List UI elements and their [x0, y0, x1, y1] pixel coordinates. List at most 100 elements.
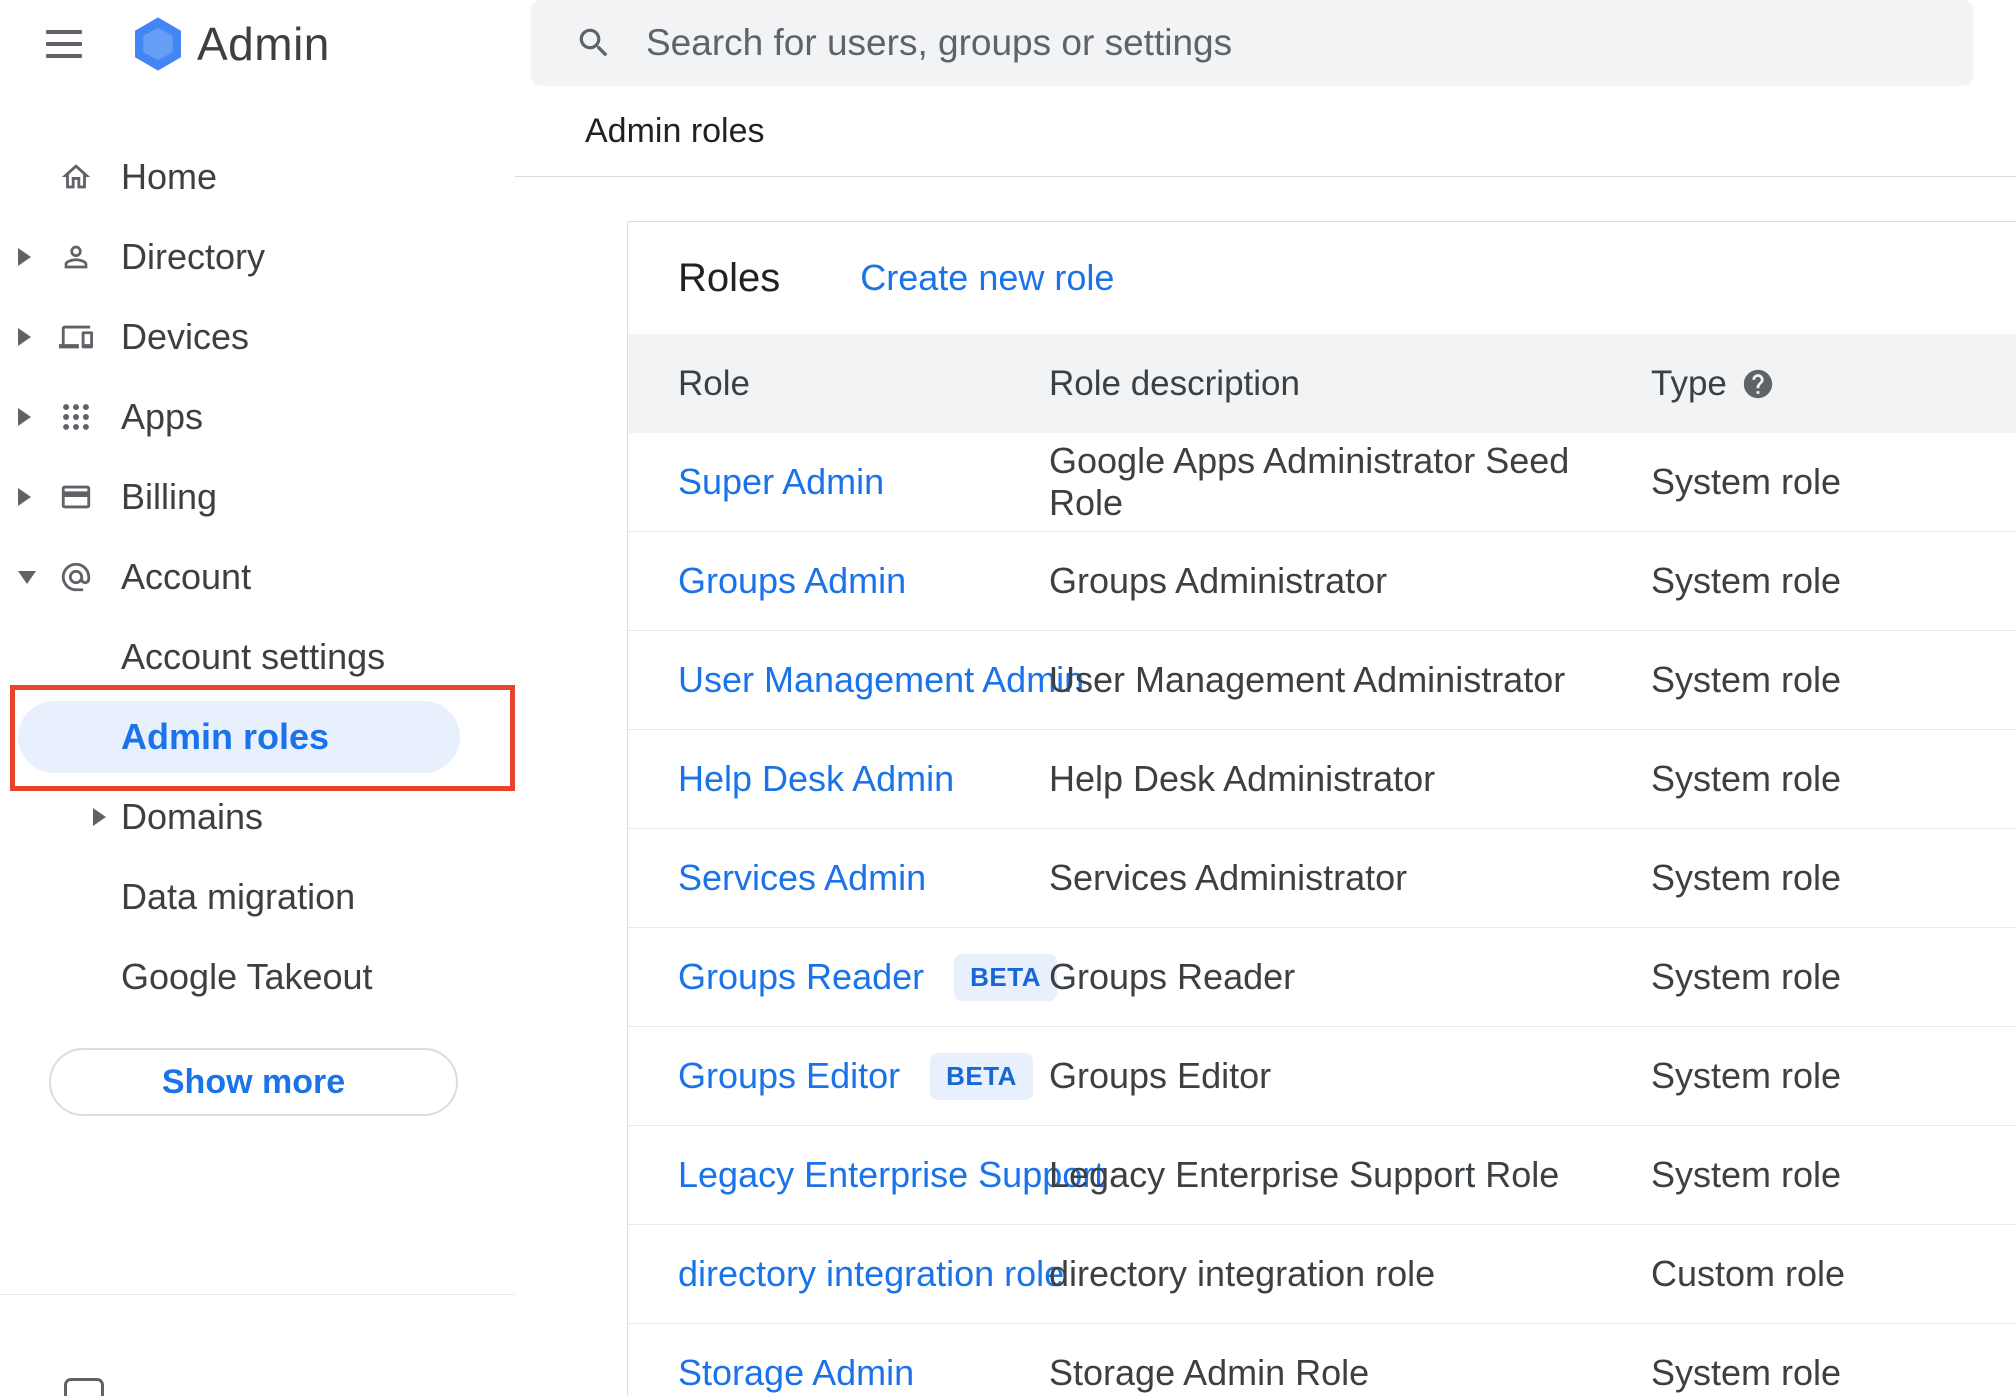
role-description: Groups Administrator	[1049, 560, 1388, 601]
sidebar-item-domains[interactable]: Domains	[0, 777, 515, 857]
role-link[interactable]: Storage Admin	[678, 1352, 914, 1394]
chevron-right-icon	[18, 488, 59, 506]
role-link[interactable]: Legacy Enterprise Support	[678, 1154, 1104, 1196]
role-description: User Management Administrator	[1049, 659, 1566, 700]
role-description: Legacy Enterprise Support Role	[1049, 1154, 1560, 1195]
chevron-right-icon	[18, 408, 59, 426]
role-type: System role	[1651, 560, 1842, 601]
role-link[interactable]: Groups Admin	[678, 560, 906, 602]
column-header-type: Type	[1651, 364, 2016, 404]
sidebar-header: Admin	[0, 0, 515, 88]
sidebar-item-apps[interactable]: Apps	[0, 377, 515, 457]
sidebar-item-label: Directory	[121, 236, 266, 277]
role-link[interactable]: Groups Editor	[678, 1055, 900, 1097]
role-description: Services Administrator	[1049, 857, 1408, 898]
breadcrumb-row: Admin roles	[515, 86, 2016, 176]
brand-title: Admin	[197, 18, 330, 70]
table-row: directory integration role directory int…	[628, 1225, 2016, 1324]
role-link[interactable]: User Management Admin	[678, 659, 1084, 701]
role-cell: Services Admin	[678, 857, 1049, 899]
sidebar-item-label: Billing	[121, 476, 218, 517]
role-cell: Legacy Enterprise Support	[678, 1154, 1104, 1196]
sidebar-item-billing[interactable]: Billing	[0, 457, 515, 537]
role-cell: Groups Editor BETA	[678, 1052, 1049, 1100]
sidebar-item-label: Domains	[121, 796, 264, 837]
table-row: Groups Editor BETA Groups Editor System …	[628, 1027, 2016, 1126]
card-title: Roles	[678, 255, 781, 300]
show-more-button[interactable]: Show more	[49, 1048, 458, 1116]
account-icon	[59, 560, 93, 594]
role-description: Storage Admin Role	[1049, 1352, 1370, 1393]
column-header-role: Role	[678, 363, 750, 403]
role-description: directory integration role	[1049, 1253, 1436, 1294]
role-description: Google Apps Administrator Seed Role	[1049, 440, 1570, 523]
main-area: Admin roles Roles Create new role Role R…	[515, 0, 2016, 1396]
search-input[interactable]	[644, 21, 1973, 65]
role-type: System role	[1651, 1154, 1842, 1195]
sidebar-item-label: Account settings	[121, 636, 386, 677]
sidebar-item-label: Data migration	[121, 876, 356, 917]
sidebar-item-google-takeout[interactable]: Google Takeout	[0, 937, 515, 1017]
role-description: Help Desk Administrator	[1049, 758, 1436, 799]
role-cell: Help Desk Admin	[678, 758, 1049, 800]
show-more-wrap: Show more	[0, 1048, 515, 1116]
role-type: Custom role	[1651, 1253, 1846, 1294]
role-type: System role	[1651, 1352, 1842, 1393]
column-header-description: Role description	[1049, 363, 1300, 403]
menu-bar	[46, 54, 82, 58]
home-icon	[59, 160, 93, 194]
chevron-right-icon	[93, 808, 121, 826]
table-header-row: Role Role description Type	[628, 334, 2016, 433]
role-cell: Storage Admin	[678, 1352, 1049, 1394]
sidebar-item-data-migration[interactable]: Data migration	[0, 857, 515, 937]
devices-icon	[59, 320, 93, 354]
table-row: Legacy Enterprise Support Legacy Enterpr…	[628, 1126, 2016, 1225]
sidebar-item-admin-roles[interactable]: Admin roles	[0, 697, 515, 777]
role-type: System role	[1651, 1055, 1842, 1096]
sidebar-item-account-settings[interactable]: Account settings	[0, 617, 515, 697]
sidebar-item-directory[interactable]: Directory	[0, 217, 515, 297]
search-icon	[575, 24, 613, 62]
role-link[interactable]: Help Desk Admin	[678, 758, 954, 800]
role-link[interactable]: directory integration role	[678, 1253, 1064, 1295]
role-type: System role	[1651, 659, 1842, 700]
directory-icon	[59, 240, 93, 274]
search-bar[interactable]	[531, 0, 1973, 86]
role-link[interactable]: Services Admin	[678, 857, 926, 899]
sidebar-item-label: Devices	[121, 316, 250, 357]
breadcrumb: Admin roles	[585, 111, 765, 150]
beta-badge: BETA	[930, 1052, 1033, 1100]
billing-icon	[59, 480, 93, 514]
table-row: User Management Admin User Management Ad…	[628, 631, 2016, 730]
roles-card: Roles Create new role Role Role descript…	[627, 221, 2016, 1396]
apps-icon	[59, 400, 93, 434]
sidebar-item-label: Admin roles	[121, 716, 330, 757]
chevron-right-icon	[18, 328, 59, 346]
role-type: System role	[1651, 461, 1842, 502]
sidebar-item-label: Account	[121, 556, 252, 597]
menu-icon[interactable]	[46, 30, 93, 58]
menu-bar	[46, 42, 82, 46]
role-cell: Super Admin	[678, 461, 1049, 503]
table-row: Groups Admin Groups Administrator System…	[628, 532, 2016, 631]
beta-badge: BETA	[954, 953, 1057, 1001]
role-description: Groups Reader	[1049, 956, 1296, 997]
app-root: Admin Home Directory Devices Apps Billin…	[0, 0, 2016, 1396]
sidebar-item-label: Google Takeout	[121, 956, 373, 997]
admin-logo-icon	[129, 15, 187, 73]
table-row: Storage Admin Storage Admin Role System …	[628, 1324, 2016, 1396]
sidebar-item-account[interactable]: Account	[0, 537, 515, 617]
role-link[interactable]: Super Admin	[678, 461, 884, 503]
role-link[interactable]: Groups Reader	[678, 956, 924, 998]
sidebar-item-label: Apps	[121, 396, 204, 437]
table-row: Services Admin Services Administrator Sy…	[628, 829, 2016, 928]
sidebar: Admin Home Directory Devices Apps Billin…	[0, 0, 515, 1396]
create-new-role-link[interactable]: Create new role	[860, 257, 1114, 299]
sidebar-item-home[interactable]: Home	[0, 137, 515, 217]
role-type: System role	[1651, 758, 1842, 799]
role-cell: User Management Admin	[678, 659, 1084, 701]
role-description: Groups Editor	[1049, 1055, 1272, 1096]
sidebar-item-devices[interactable]: Devices	[0, 297, 515, 377]
help-icon[interactable]	[1741, 367, 1775, 401]
menu-bar	[46, 30, 82, 34]
